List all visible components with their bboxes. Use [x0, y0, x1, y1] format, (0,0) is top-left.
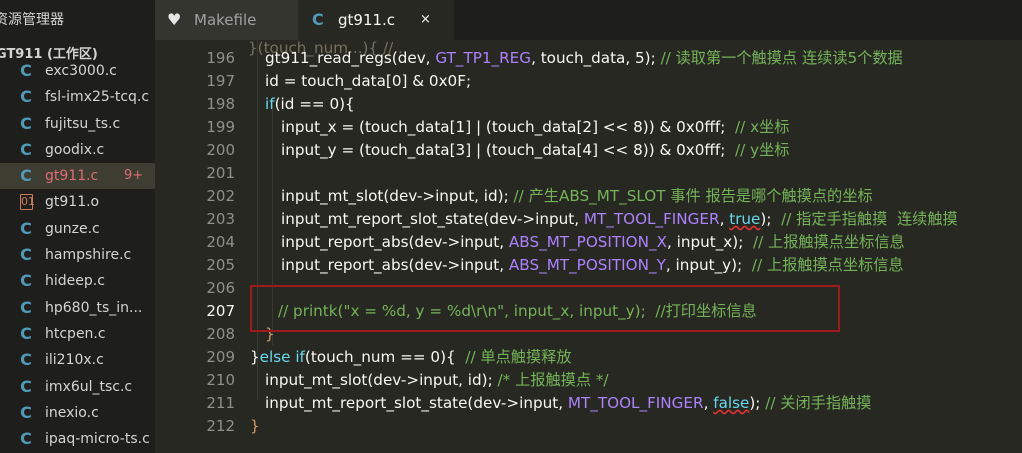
file-list: Cexc3000.c Cfsl-imx25-tcq.c Cfujitsu_ts.c C… [0, 58, 155, 452]
file-name: hideep.c [45, 273, 105, 290]
tab-label: Makefile [194, 11, 257, 29]
code-line-205: input_report_abs(dev->input, ABS_MT_POSI… [281, 256, 904, 274]
c-file-icon: C [20, 61, 32, 80]
c-file-icon: C [20, 429, 32, 449]
file-item[interactable]: Chideep.c [0, 268, 155, 294]
c-file-icon: C [20, 139, 32, 159]
makefile-icon: ♥ [167, 10, 182, 29]
c-file-icon: C [20, 87, 32, 107]
line-number-gutter: 196 197 198 199 200 201 202 203 204 205 206 207 208 2… [155, 40, 235, 453]
file-name: inexio.c [45, 404, 99, 421]
file-item[interactable]: Chp680_ts_in... [0, 295, 155, 321]
c-file-icon: C [20, 271, 32, 291]
line-number: 206 [206, 279, 235, 297]
c-file-icon: C [20, 113, 32, 133]
file-item[interactable]: Cgoodix.c [0, 137, 155, 163]
file-item[interactable]: Cimx6ul_tsc.c [0, 374, 155, 400]
file-name: ili210x.c [45, 352, 104, 369]
line-number: 212 [206, 417, 235, 435]
tab-bar: ♥ Makefile C gt911.c × [155, 0, 1022, 40]
line-number: 200 [206, 141, 235, 159]
c-file-icon: C [20, 350, 32, 370]
line-number: 210 [206, 371, 235, 389]
tab-makefile[interactable]: ♥ Makefile [155, 0, 298, 40]
file-name: gt911.c [45, 168, 99, 185]
file-item[interactable]: Cgunze.c [0, 216, 155, 242]
line-number: 202 [206, 187, 235, 205]
c-file-icon: C [20, 376, 32, 396]
c-file-icon: C [20, 402, 32, 422]
file-item[interactable]: Cili210x.c [0, 347, 155, 373]
c-file-icon: C [20, 323, 32, 343]
file-name: hampshire.c [45, 247, 132, 264]
file-item[interactable]: Cfujitsu_ts.c [0, 111, 155, 137]
code-line-210: input_mt_slot(dev->input, id); /* 上报触摸点 … [265, 371, 609, 389]
code-line-212: } [250, 417, 260, 435]
file-name: ipaq-micro-ts.c [45, 431, 150, 448]
file-item[interactable]: 01 gt911.o [0, 189, 155, 215]
code-line-209: }else if(touch_num == 0){ // 单点触摸释放 [250, 348, 572, 366]
line-number: 203 [206, 210, 235, 228]
file-name: fsl-imx25-tcq.c [45, 89, 150, 106]
file-item[interactable]: Cgt911.c 9+ [0, 163, 155, 190]
line-number: 198 [206, 95, 235, 113]
file-item[interactable]: Chtcpen.c [0, 321, 155, 347]
code-line-204: input_report_abs(dev->input, ABS_MT_POSI… [281, 233, 905, 251]
tab-gt911-c[interactable]: C gt911.c × [298, 0, 454, 40]
line-number: 204 [206, 233, 235, 251]
code-line-203: input_mt_report_slot_state(dev->input, M… [281, 210, 958, 228]
code-editor[interactable]: 196 197 198 199 200 201 202 203 204 205 206 207 208 2… [155, 40, 1022, 453]
problem-count-badge: 9+ [124, 168, 144, 184]
code-line-196: gt911_read_regs(dev, GT_TP1_REG, touch_d… [265, 49, 903, 67]
highlight-annotation-box [250, 285, 840, 332]
file-item[interactable]: Cexc3000.c [0, 58, 155, 84]
c-file-icon: C [20, 218, 32, 238]
code-line-200: input_y = (touch_data[3] | (touch_data[4… [281, 141, 790, 159]
file-name: fujitsu_ts.c [45, 115, 121, 132]
file-item[interactable]: Cipaq-micro-ts.c [0, 426, 155, 452]
line-number: 205 [206, 256, 235, 274]
line-number: 199 [206, 118, 235, 136]
code-line-198: if(id == 0){ [265, 95, 355, 113]
file-item[interactable]: Cfsl-imx25-tcq.c [0, 84, 155, 110]
object-file-icon: 01 [20, 194, 35, 211]
file-name: gunze.c [45, 220, 100, 237]
file-name: hp680_ts_in... [45, 299, 143, 316]
file-name: imx6ul_tsc.c [45, 378, 133, 395]
c-file-icon: C [20, 245, 32, 265]
line-number: 208 [206, 325, 235, 343]
file-name: gt911.o [45, 194, 100, 211]
tab-label: gt911.c [338, 11, 396, 29]
c-file-icon: C [312, 10, 324, 29]
c-file-icon: C [20, 297, 32, 317]
file-item[interactable]: Champshire.c [0, 242, 155, 268]
close-icon[interactable]: × [420, 0, 431, 40]
file-name: htcpen.c [45, 325, 106, 342]
c-file-icon: C [20, 166, 32, 186]
line-number: 197 [206, 72, 235, 90]
line-number: 211 [206, 394, 235, 412]
code-lines[interactable]: }(touch_num...){ //... gt911_read_regs(d… [248, 40, 1022, 453]
line-number: 209 [206, 348, 235, 366]
line-number: 201 [206, 164, 235, 182]
code-line-197: id = touch_data[0] & 0x0F; [265, 72, 472, 90]
code-line-211: input_mt_report_slot_state(dev->input, M… [265, 394, 872, 412]
code-line-202: input_mt_slot(dev->input, id); // 产生ABS_… [281, 187, 873, 205]
file-name: goodix.c [45, 141, 105, 158]
file-name: exc3000.c [45, 63, 117, 79]
explorer-title: 资源管理器 [0, 12, 64, 28]
explorer-sidebar: 资源管理器 GT911 (工作区) Cexc3000.c Cfsl-imx25-t… [0, 0, 155, 453]
line-number: 196 [206, 49, 235, 67]
line-number: 207 [206, 302, 235, 320]
file-item[interactable]: Cinexio.c [0, 400, 155, 426]
code-line-199: input_x = (touch_data[1] | (touch_data[2… [281, 118, 790, 136]
